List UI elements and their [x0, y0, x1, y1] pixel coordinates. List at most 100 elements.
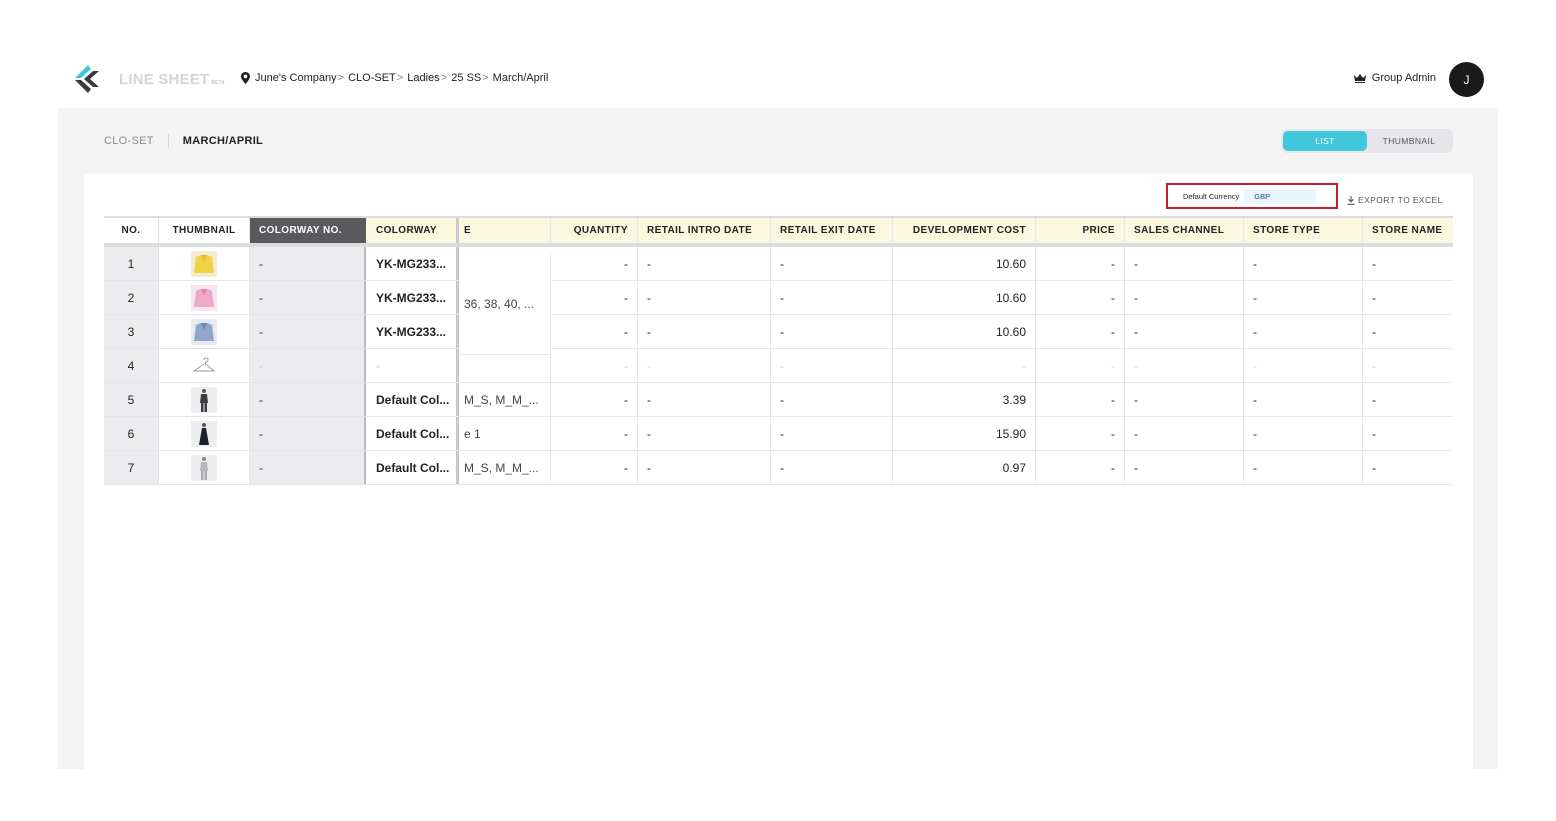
- size-cell[interactable]: e 1: [459, 417, 551, 450]
- thumbnail-view-button[interactable]: THUMBNAIL: [1367, 131, 1451, 151]
- retail-intro-date-cell[interactable]: -: [638, 451, 771, 484]
- table-row[interactable]: 6- Default Col... e 1- - -15.90- - - -: [104, 417, 1453, 451]
- thumbnail[interactable]: [159, 247, 250, 280]
- dress-thumbnail[interactable]: [191, 420, 217, 447]
- store-name-cell[interactable]: -: [1363, 451, 1453, 484]
- column-header-colorway-no[interactable]: COLORWAY NO.: [250, 218, 366, 243]
- quantity-cell[interactable]: -: [551, 383, 638, 416]
- retail-intro-date-cell[interactable]: -: [638, 383, 771, 416]
- retail-exit-date-cell[interactable]: -: [771, 315, 893, 348]
- retail-exit-date-cell[interactable]: -: [771, 383, 893, 416]
- colorway-no-cell[interactable]: -: [250, 349, 366, 382]
- development-cost-cell[interactable]: 10.60: [893, 281, 1036, 314]
- store-type-cell[interactable]: -: [1244, 417, 1363, 450]
- column-header-sales-channel[interactable]: SALES CHANNEL: [1125, 218, 1244, 243]
- retail-exit-date-cell[interactable]: -: [771, 349, 893, 382]
- store-type-cell[interactable]: -: [1244, 451, 1363, 484]
- store-type-cell[interactable]: -: [1244, 383, 1363, 416]
- thumbnail[interactable]: [159, 315, 250, 348]
- development-cost-cell[interactable]: 3.39: [893, 383, 1036, 416]
- price-cell[interactable]: -: [1036, 349, 1125, 382]
- retail-exit-date-cell[interactable]: -: [771, 281, 893, 314]
- column-header-development-cost[interactable]: DEVELOPMENT COST: [893, 218, 1036, 243]
- thumbnail[interactable]: [159, 451, 250, 484]
- price-cell[interactable]: -: [1036, 451, 1125, 484]
- colorway-cell[interactable]: Default Col...: [366, 451, 459, 484]
- thumbnail[interactable]: [159, 417, 250, 450]
- retail-intro-date-cell[interactable]: -: [638, 281, 771, 314]
- development-cost-cell[interactable]: 10.60: [893, 315, 1036, 348]
- colorway-no-cell[interactable]: -: [250, 247, 366, 280]
- retail-intro-date-cell[interactable]: -: [638, 315, 771, 348]
- blue-jacket-thumbnail[interactable]: [191, 318, 217, 345]
- colorway-cell[interactable]: -: [366, 349, 459, 382]
- breadcrumb-brand[interactable]: CLO-SET: [348, 72, 396, 84]
- retail-intro-date-cell[interactable]: -: [638, 417, 771, 450]
- store-type-cell[interactable]: -: [1244, 315, 1363, 348]
- column-header-price[interactable]: PRICE: [1036, 218, 1125, 243]
- sales-channel-cell[interactable]: -: [1125, 315, 1244, 348]
- thumbnail[interactable]: [159, 349, 250, 382]
- store-name-cell[interactable]: -: [1363, 383, 1453, 416]
- suit-thumbnail[interactable]: [191, 386, 217, 413]
- development-cost-cell[interactable]: 0.97: [893, 451, 1036, 484]
- list-view-button[interactable]: LIST: [1283, 131, 1367, 151]
- price-cell[interactable]: -: [1036, 247, 1125, 280]
- table-row[interactable]: 1- YK-MG233... - - -10.60- - - -: [104, 247, 1453, 281]
- breadcrumb-company[interactable]: June's Company: [255, 72, 337, 84]
- column-header-no[interactable]: NO.: [104, 218, 159, 243]
- column-header-store-name[interactable]: STORE NAME: [1363, 218, 1453, 243]
- retail-exit-date-cell[interactable]: -: [771, 247, 893, 280]
- column-header-colorway[interactable]: COLORWAY: [366, 218, 459, 243]
- currency-select[interactable]: GBP: [1244, 188, 1317, 204]
- avatar[interactable]: J: [1449, 62, 1484, 97]
- table-row[interactable]: 3- YK-MG233... - - -10.60- - - -: [104, 315, 1453, 349]
- column-header-retail-intro-date[interactable]: RETAIL INTRO DATE: [638, 218, 771, 243]
- column-header-store-type[interactable]: STORE TYPE: [1244, 218, 1363, 243]
- colorway-no-cell[interactable]: -: [250, 315, 366, 348]
- hanger-placeholder-icon[interactable]: [191, 353, 217, 379]
- development-cost-cell[interactable]: -: [893, 349, 1036, 382]
- retail-intro-date-cell[interactable]: -: [638, 349, 771, 382]
- colorway-no-cell[interactable]: -: [250, 417, 366, 450]
- table-row[interactable]: 7- Default Col... M_S, M_M_... - - -0.97- - - -: [104, 451, 1453, 485]
- thumbnail[interactable]: [159, 281, 250, 314]
- light-suit-thumbnail[interactable]: [191, 454, 217, 481]
- export-to-excel-button[interactable]: EXPORT TO EXCEL: [1347, 195, 1443, 205]
- column-header-retail-exit-date[interactable]: RETAIL EXIT DATE: [771, 218, 893, 243]
- store-name-cell[interactable]: -: [1363, 315, 1453, 348]
- sales-channel-cell[interactable]: -: [1125, 349, 1244, 382]
- breadcrumb-season[interactable]: 25 SS: [451, 72, 481, 84]
- retail-exit-date-cell[interactable]: -: [771, 417, 893, 450]
- table-row[interactable]: 2- YK-MG233... - - -10.60- - - -: [104, 281, 1453, 315]
- size-cell[interactable]: M_S, M_M_...: [459, 451, 551, 484]
- quantity-cell[interactable]: -: [551, 281, 638, 314]
- table-row[interactable]: 4----------: [104, 349, 1453, 383]
- pink-jacket-thumbnail[interactable]: [191, 284, 217, 311]
- quantity-cell[interactable]: -: [551, 417, 638, 450]
- yellow-jacket-thumbnail[interactable]: [191, 250, 217, 277]
- colorway-cell[interactable]: YK-MG233...: [366, 281, 459, 314]
- thumbnail[interactable]: [159, 383, 250, 416]
- colorway-no-cell[interactable]: -: [250, 451, 366, 484]
- store-type-cell[interactable]: -: [1244, 281, 1363, 314]
- retail-exit-date-cell[interactable]: -: [771, 451, 893, 484]
- colorway-no-cell[interactable]: -: [250, 281, 366, 314]
- breadcrumb-category[interactable]: Ladies: [407, 72, 439, 84]
- subnav-root[interactable]: CLO-SET: [104, 135, 154, 147]
- sales-channel-cell[interactable]: -: [1125, 281, 1244, 314]
- quantity-cell[interactable]: -: [551, 349, 638, 382]
- store-name-cell[interactable]: -: [1363, 247, 1453, 280]
- sales-channel-cell[interactable]: -: [1125, 383, 1244, 416]
- development-cost-cell[interactable]: 10.60: [893, 247, 1036, 280]
- store-type-cell[interactable]: -: [1244, 247, 1363, 280]
- colorway-cell[interactable]: Default Col...: [366, 383, 459, 416]
- retail-intro-date-cell[interactable]: -: [638, 247, 771, 280]
- colorway-no-cell[interactable]: -: [250, 383, 366, 416]
- price-cell[interactable]: -: [1036, 417, 1125, 450]
- price-cell[interactable]: -: [1036, 281, 1125, 314]
- sales-channel-cell[interactable]: -: [1125, 451, 1244, 484]
- store-name-cell[interactable]: -: [1363, 349, 1453, 382]
- store-name-cell[interactable]: -: [1363, 281, 1453, 314]
- colorway-cell[interactable]: Default Col...: [366, 417, 459, 450]
